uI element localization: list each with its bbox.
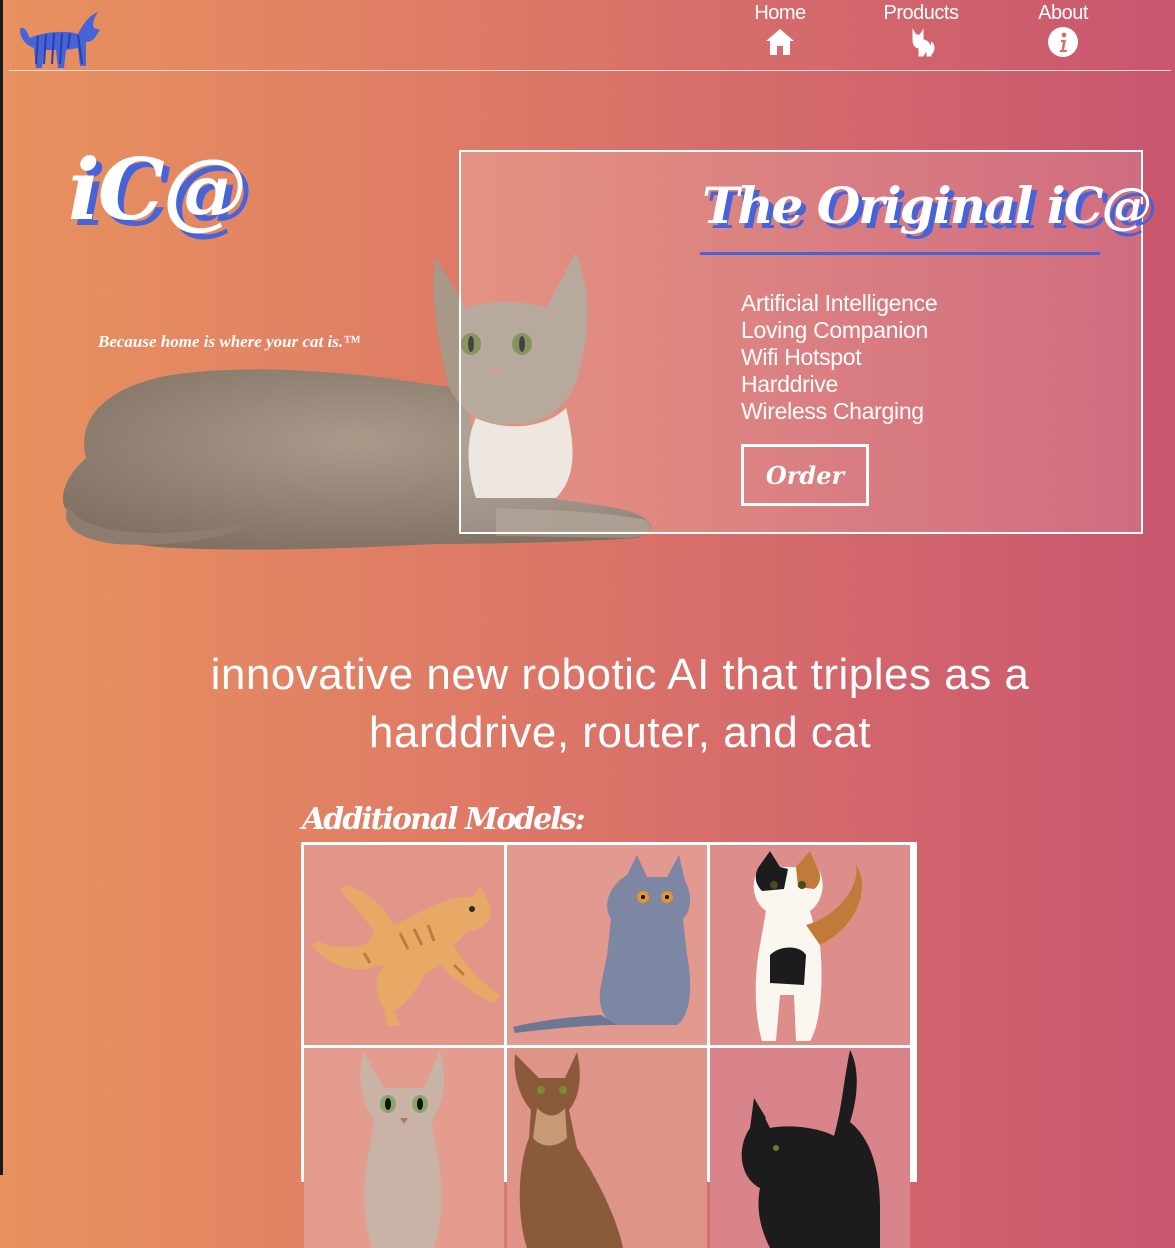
- slogan-text: innovative new robotic AI that triples a…: [210, 650, 1030, 757]
- cat-icon: [912, 28, 935, 57]
- main-nav: Home Products About: [0, 0, 1175, 70]
- page-edge: [0, 0, 3, 1175]
- product-title-underline: [700, 252, 1100, 255]
- hero-tagline: Because home is where your cat is.™: [98, 332, 361, 351]
- models-grid: [301, 842, 917, 1248]
- feature-item: Artificial Intelligence: [741, 290, 938, 316]
- feature-item: Wireless Charging: [741, 398, 924, 424]
- model-gray-british-shorthair-cat[interactable]: [507, 845, 707, 1045]
- header-divider: [9, 70, 1171, 71]
- home-icon: [766, 29, 794, 55]
- feature-item: Harddrive: [741, 371, 839, 397]
- model-abyssinian-cat[interactable]: [507, 1048, 707, 1248]
- model-orange-tabby-cat[interactable]: [304, 845, 504, 1045]
- brand-logo-text: iC@: [68, 140, 247, 239]
- nav-home[interactable]: Home: [730, 0, 830, 58]
- feature-item: Loving Companion: [741, 317, 928, 343]
- feature-item: Wifi Hotspot: [741, 344, 862, 370]
- nav-home-label: Home: [754, 2, 806, 24]
- order-button[interactable]: Order: [741, 444, 869, 506]
- nav-products[interactable]: Products: [871, 0, 971, 58]
- nav-products-label: Products: [883, 2, 959, 24]
- abyssinian-cat-image: [514, 1052, 623, 1248]
- orange-tabby-cat-image: [312, 885, 500, 1027]
- calico-cat-image: [753, 851, 862, 1041]
- gray-british-shorthair-cat-image: [513, 855, 691, 1033]
- model-sphynx-cat[interactable]: [304, 1048, 504, 1248]
- model-calico-cat[interactable]: [710, 845, 910, 1045]
- feature-list: Artificial Intelligence Loving Companion…: [741, 290, 938, 425]
- black-cat-image: [741, 1050, 880, 1248]
- sphynx-cat-image: [360, 1050, 445, 1248]
- nav-about[interactable]: About: [1013, 0, 1113, 58]
- product-title: The Original iC@: [702, 176, 1152, 235]
- nav-about-label: About: [1038, 2, 1088, 24]
- model-black-cat[interactable]: [710, 1048, 910, 1248]
- info-icon: [1048, 27, 1078, 57]
- additional-models-heading: Additional Models:: [302, 802, 586, 837]
